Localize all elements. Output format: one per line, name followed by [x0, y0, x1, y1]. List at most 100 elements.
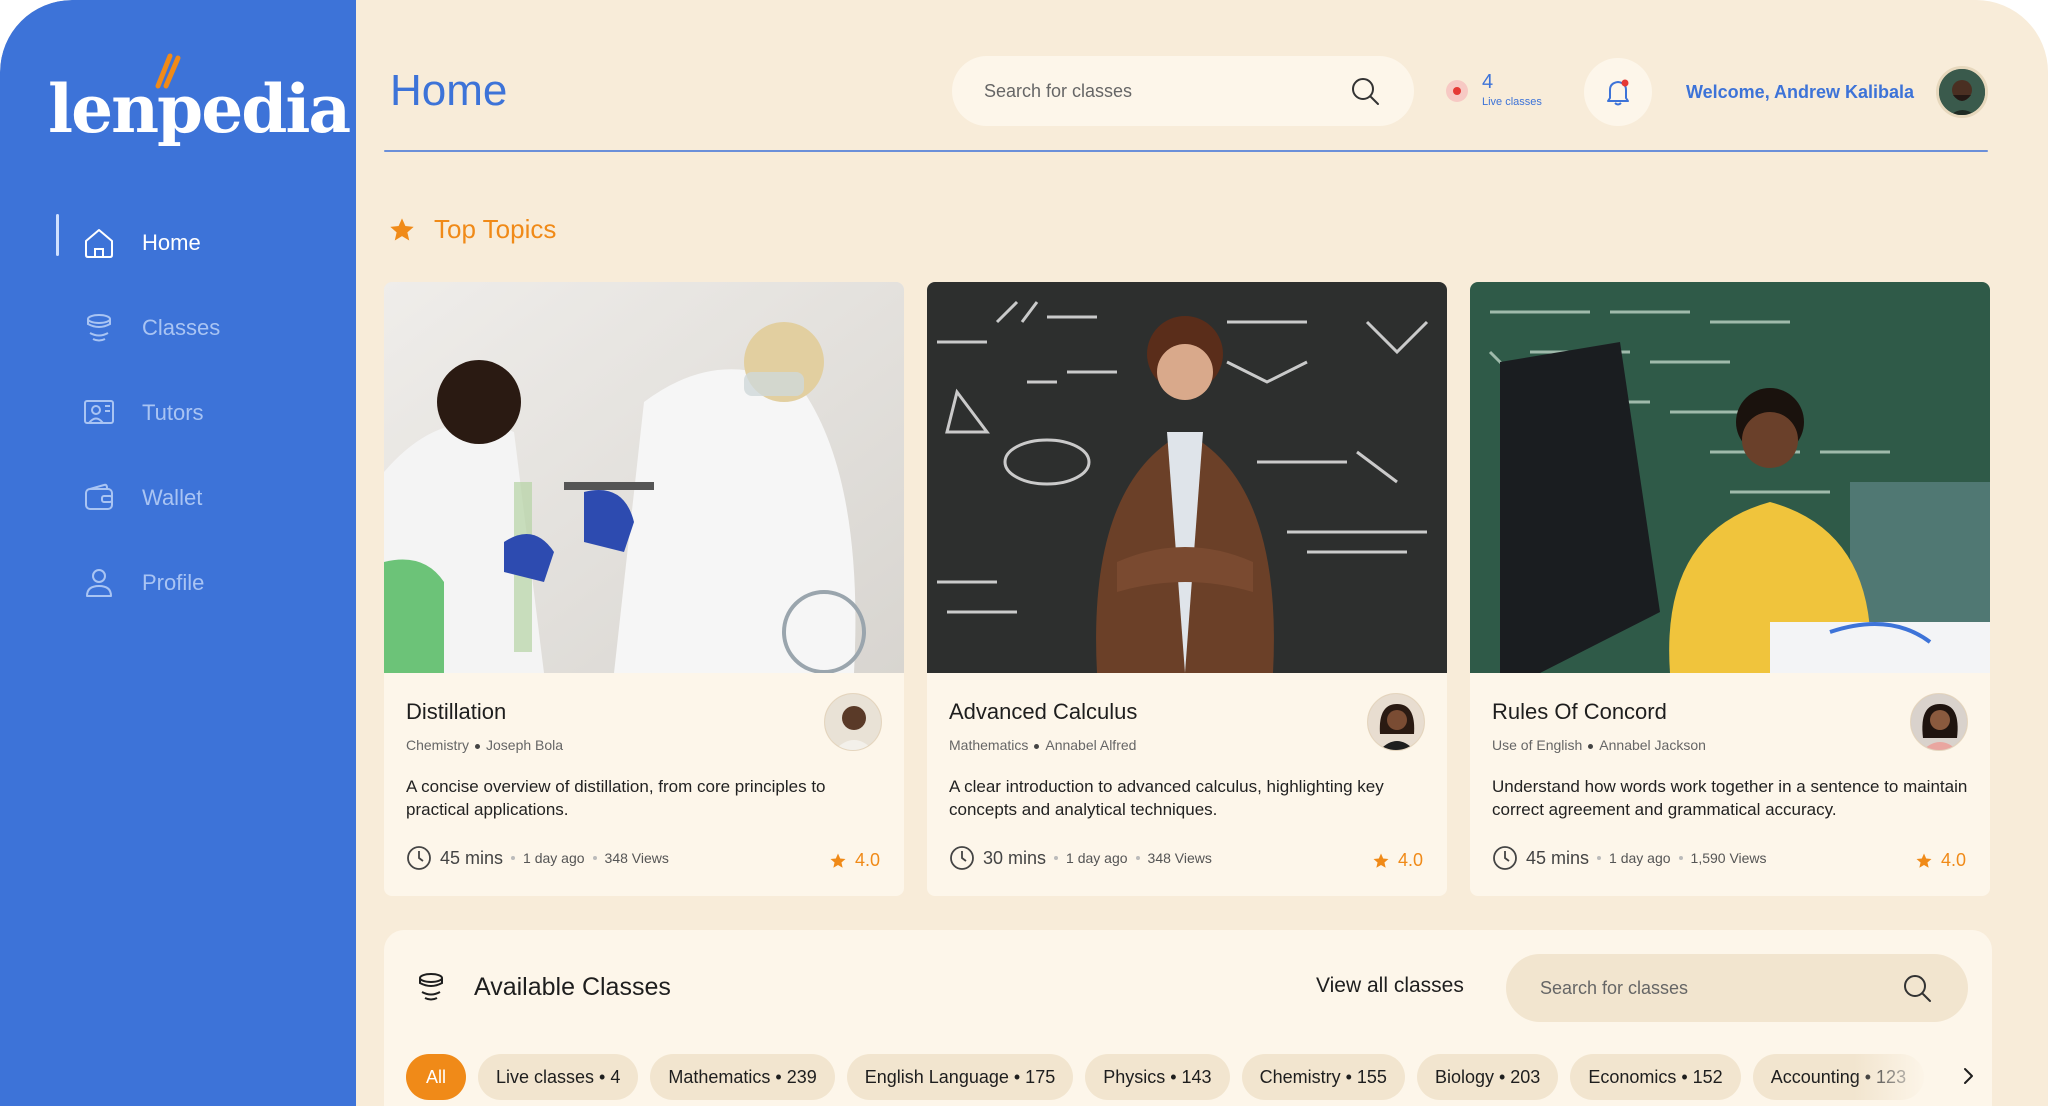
topic-tutor: Joseph Bola — [486, 737, 564, 753]
top-topics-heading: Top Topics — [388, 214, 556, 245]
topic-description: Understand how words work together in a … — [1492, 777, 1968, 819]
sidebar-item-label: Tutors — [142, 399, 204, 425]
topic-subject: Mathematics — [949, 737, 1029, 753]
topic-subject: Chemistry — [406, 737, 470, 753]
topic-views: 348 Views — [604, 850, 669, 866]
topic-tutor: Annabel Alfred — [1045, 737, 1137, 753]
live-classes-indicator[interactable]: 4 Live classes — [1446, 72, 1542, 108]
sidebar-item-tutors[interactable]: Tutors — [0, 370, 356, 455]
classes-search-input[interactable] — [1540, 977, 1900, 999]
classes-search — [1506, 954, 1968, 1022]
topic-title: Advanced Calculus — [949, 699, 1138, 724]
available-classes-title: Available Classes — [474, 972, 671, 1001]
topic-description: A clear introduction to advanced calculu… — [949, 777, 1384, 819]
sidebar-item-label: Classes — [142, 314, 221, 340]
tutor-avatar — [1367, 693, 1425, 751]
topic-card-distillation[interactable]: Distillation Chemistry Joseph Bola A conc… — [384, 282, 904, 896]
available-classes-heading: Available Classes — [414, 970, 671, 1004]
sidebar-item-label: Home — [142, 229, 201, 255]
topic-duration: 45 mins — [440, 847, 504, 868]
tutor-avatar — [824, 693, 882, 751]
header-divider — [384, 150, 1988, 152]
top-topics-cards: Distillation Chemistry Joseph Bola A conc… — [384, 282, 1992, 896]
topic-rating-value: 4.0 — [854, 850, 880, 870]
view-all-classes-link[interactable]: View all classes — [1316, 974, 1464, 998]
topic-meta: Use of English Annabel Jackson — [1492, 737, 1968, 753]
live-classes-count: 4 — [1482, 71, 1494, 93]
welcome-text: Welcome, Andrew Kalibala — [1686, 82, 1915, 102]
filter-chip-biology[interactable]: Biology • 203 — [1416, 1054, 1559, 1100]
sidebar-nav: Home Classes Tutors Wallet Profile — [0, 200, 356, 625]
page-title: Home — [390, 66, 508, 115]
topic-stats: 30 mins 1 day ago 348 Views — [949, 845, 1425, 871]
filter-chip-english-language[interactable]: English Language • 175 — [846, 1054, 1074, 1100]
topic-views: 348 Views — [1147, 850, 1212, 866]
sidebar: lenpedia Home Classes Tutors Wallet Prof… — [0, 0, 356, 1106]
topic-rating: 4.0 — [1372, 850, 1423, 871]
topic-duration: 45 mins — [1526, 847, 1590, 868]
star-icon — [390, 217, 414, 240]
topic-card-advanced-calculus[interactable]: Advanced Calculus Mathematics Annabel Alf… — [927, 282, 1447, 896]
brand-logo[interactable]: lenpedia — [48, 52, 351, 152]
topic-rating: 4.0 — [1915, 850, 1966, 871]
topic-posted: 1 day ago — [1066, 850, 1128, 866]
home-icon — [80, 224, 118, 262]
star-icon — [1916, 853, 1932, 868]
class-filter-chips: All Live classes • 4 Mathematics • 239 Engl… — [406, 1054, 1936, 1102]
sidebar-item-label: Profile — [142, 569, 205, 595]
topic-image-classroom — [1470, 282, 1990, 673]
brand-name: lenpedia — [48, 70, 351, 148]
profile-icon — [80, 564, 118, 602]
filter-chip-accounting[interactable]: Accounting • 123 — [1752, 1054, 1925, 1100]
clock-icon — [950, 846, 974, 870]
search-icon[interactable] — [1348, 74, 1382, 108]
topic-card-rules-of-concord[interactable]: Rules Of Concord Use of English Annabel J… — [1470, 282, 1990, 896]
filter-chip-chemistry[interactable]: Chemistry • 155 — [1241, 1054, 1405, 1100]
header-search-input[interactable] — [984, 80, 1348, 102]
topic-tutor: Annabel Jackson — [1599, 737, 1706, 753]
sidebar-item-home[interactable]: Home — [0, 200, 356, 285]
filter-chip-physics[interactable]: Physics • 143 — [1085, 1054, 1230, 1100]
topic-posted: 1 day ago — [523, 850, 585, 866]
notifications-button[interactable] — [1584, 58, 1652, 126]
topic-stats: 45 mins 1 day ago 1,590 Views — [1492, 845, 1968, 871]
topic-subject: Use of English — [1492, 737, 1583, 753]
topic-views: 1,590 Views — [1690, 850, 1767, 866]
sidebar-item-classes[interactable]: Classes — [0, 285, 356, 370]
topic-posted: 1 day ago — [1609, 850, 1671, 866]
available-classes-panel: Available Classes View all classes AllLi… — [384, 930, 1992, 1106]
filter-chip-economics[interactable]: Economics • 152 — [1570, 1054, 1741, 1100]
star-icon — [830, 853, 846, 868]
filter-chip-live-classes[interactable]: Live classes • 4 — [478, 1054, 639, 1100]
filter-chip-mathematics[interactable]: Mathematics • 239 — [650, 1054, 835, 1100]
sidebar-item-profile[interactable]: Profile — [0, 540, 356, 625]
header-search — [952, 56, 1414, 126]
chips-next-button[interactable] — [1950, 1058, 1986, 1094]
tutors-icon — [80, 394, 118, 432]
topic-title: Rules Of Concord — [1492, 699, 1667, 724]
topic-meta: Chemistry Joseph Bola — [406, 737, 882, 753]
chevron-right-icon — [1964, 1068, 1973, 1084]
search-icon[interactable] — [1900, 971, 1934, 1005]
topic-stats: 45 mins 1 day ago 348 Views — [406, 845, 882, 871]
topic-rating-value: 4.0 — [1397, 850, 1423, 870]
live-dot-icon — [1446, 80, 1468, 102]
sidebar-item-wallet[interactable]: Wallet — [0, 455, 356, 540]
topic-meta: Mathematics Annabel Alfred — [949, 737, 1425, 753]
live-classes-label: Live classes — [1482, 96, 1542, 108]
topic-image-chalkboard — [927, 282, 1447, 673]
wallet-icon — [80, 479, 118, 517]
filter-chip-all[interactable]: All — [406, 1054, 467, 1100]
clock-icon — [1493, 846, 1517, 870]
topic-description: A concise overview of distillation, from… — [406, 777, 826, 819]
user-avatar[interactable] — [1936, 66, 1988, 118]
sidebar-item-label: Wallet — [142, 484, 203, 510]
tutor-avatar — [1910, 693, 1968, 751]
star-icon — [1373, 853, 1389, 868]
top-topics-title: Top Topics — [434, 214, 557, 244]
classes-icon — [419, 973, 443, 1001]
classes-icon — [80, 309, 118, 347]
bell-icon — [1607, 79, 1629, 106]
topic-rating: 4.0 — [829, 850, 880, 871]
topic-title: Distillation — [406, 699, 507, 724]
